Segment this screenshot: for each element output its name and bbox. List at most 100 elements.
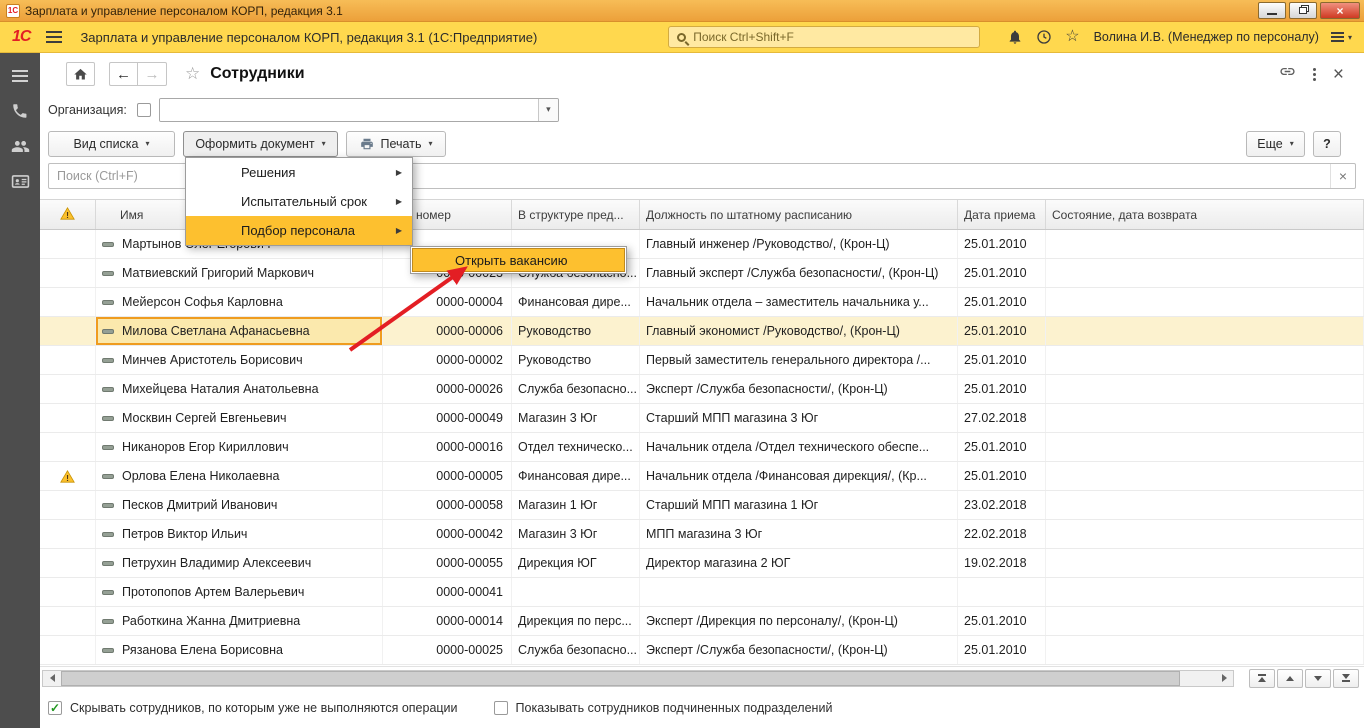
show-subordinate-checkbox[interactable] <box>493 701 508 715</box>
cell-state[interactable] <box>1046 230 1364 258</box>
go-to-top-button[interactable] <box>1249 668 1275 688</box>
cell-name[interactable]: Протопопов Артем Валерьевич <box>96 578 383 606</box>
cell-name[interactable]: Мейерсон Софья Карловна <box>96 288 383 316</box>
open-vacancy-menu-item[interactable]: Открыть вакансию <box>412 248 625 272</box>
cell-name[interactable]: Михейцева Наталия Анатольевна <box>96 375 383 403</box>
row-status-cell[interactable] <box>40 317 96 345</box>
cell-number[interactable]: 0000-00058 <box>383 491 512 519</box>
cell-name[interactable]: Никаноров Егор Кириллович <box>96 433 383 461</box>
minimize-button[interactable] <box>1258 2 1286 19</box>
view-list-button[interactable]: Вид списка ▾ <box>48 130 175 157</box>
cell-number[interactable]: 0000-00014 <box>383 607 512 635</box>
table-row[interactable]: Никаноров Егор Кириллович 0000-00016 Отдел… <box>40 433 1364 462</box>
row-status-cell[interactable] <box>40 549 96 577</box>
cell-position[interactable]: Главный эксперт /Служба безопасности/, (… <box>640 259 958 287</box>
cell-hire-date[interactable]: 22.02.2018 <box>958 520 1046 548</box>
row-status-cell[interactable] <box>40 607 96 635</box>
table-row[interactable]: Милова Светлана Афанасьевна 0000-00006 Рук… <box>40 317 1364 346</box>
cell-position[interactable]: Старший МПП магазина 1 Юг <box>640 491 958 519</box>
table-row[interactable]: Работкина Жанна Дмитриевна 0000-00014 Дире… <box>40 607 1364 636</box>
home-button[interactable] <box>66 62 95 86</box>
cell-position[interactable]: Директор магазина 2 ЮГ <box>640 549 958 577</box>
row-status-cell[interactable] <box>40 578 96 606</box>
cell-name[interactable]: Песков Дмитрий Иванович <box>96 491 383 519</box>
cell-hire-date[interactable]: 25.01.2010 <box>958 317 1046 345</box>
cell-hire-date[interactable]: 25.01.2010 <box>958 636 1046 664</box>
cell-unit[interactable]: Магазин 3 Юг <box>512 404 640 432</box>
cell-state[interactable] <box>1046 259 1364 287</box>
cell-state[interactable] <box>1046 520 1364 548</box>
cell-number[interactable]: 0000-00025 <box>383 636 512 664</box>
cell-state[interactable] <box>1046 549 1364 577</box>
employees-icon[interactable] <box>10 136 30 156</box>
cell-position[interactable]: Главный экономист /Руководство/, (Крон-Ц… <box>640 317 958 345</box>
cell-state[interactable] <box>1046 375 1364 403</box>
cell-unit[interactable]: Служба безопасно... <box>512 375 640 403</box>
cell-name[interactable]: Петрухин Владимир Алексеевич <box>96 549 383 577</box>
main-menu-icon[interactable] <box>46 31 63 43</box>
horizontal-scrollbar[interactable] <box>42 669 1234 687</box>
cell-position[interactable]: Эксперт /Служба безопасности/, (Крон-Ц) <box>640 636 958 664</box>
cell-number[interactable]: 0000-00041 <box>383 578 512 606</box>
cell-number[interactable]: 0000-00002 <box>383 346 512 374</box>
combo-dropdown-icon[interactable]: ▾ <box>537 98 558 121</box>
cell-hire-date[interactable]: 25.01.2010 <box>958 462 1046 490</box>
history-clock-icon[interactable] <box>1036 29 1052 45</box>
cell-unit[interactable]: Дирекция по перс... <box>512 607 640 635</box>
cell-number[interactable]: 0000-00042 <box>383 520 512 548</box>
back-button[interactable]: ← <box>109 62 138 86</box>
column-header-unit[interactable]: В структуре пред... <box>512 200 640 229</box>
cell-position[interactable]: Начальник отдела – заместитель начальник… <box>640 288 958 316</box>
kebab-menu-icon[interactable] <box>1312 67 1316 81</box>
cell-hire-date[interactable]: 27.02.2018 <box>958 404 1046 432</box>
cell-state[interactable] <box>1046 578 1364 606</box>
row-status-cell[interactable] <box>40 288 96 316</box>
close-window-button[interactable]: × <box>1320 2 1360 19</box>
cell-number[interactable]: 0000-00026 <box>383 375 512 403</box>
cell-state[interactable] <box>1046 433 1364 461</box>
contact-card-icon[interactable] <box>10 171 30 191</box>
cell-state[interactable] <box>1046 346 1364 374</box>
cell-position[interactable]: МПП магазина 3 Юг <box>640 520 958 548</box>
cell-number[interactable]: 0000-00049 <box>383 404 512 432</box>
help-button[interactable]: ? <box>1313 130 1341 157</box>
cell-number[interactable]: 0000-00016 <box>383 433 512 461</box>
table-row[interactable]: Петрухин Владимир Алексеевич 0000-00055 Ди… <box>40 549 1364 578</box>
restore-button[interactable] <box>1289 2 1317 19</box>
cell-unit[interactable]: Дирекция ЮГ <box>512 549 640 577</box>
service-menu-icon[interactable]: ▾ <box>1330 32 1352 42</box>
cell-unit[interactable] <box>512 578 640 606</box>
column-header-hired[interactable]: Дата приема <box>958 200 1046 229</box>
cell-unit[interactable]: Магазин 3 Юг <box>512 520 640 548</box>
column-header-position[interactable]: Должность по штатному расписанию <box>640 200 958 229</box>
scroll-right-icon[interactable] <box>1215 671 1233 686</box>
cell-hire-date[interactable]: 25.01.2010 <box>958 433 1046 461</box>
menu-item-1[interactable]: Решения ▶ <box>186 158 412 187</box>
cell-position[interactable]: Эксперт /Служба безопасности/, (Крон-Ц) <box>640 375 958 403</box>
column-header-state[interactable]: Состояние, дата возврата <box>1046 200 1364 229</box>
table-row[interactable]: Песков Дмитрий Иванович 0000-00058 Магазин… <box>40 491 1364 520</box>
cell-name[interactable]: Москвин Сергей Евгеньевич <box>96 404 383 432</box>
create-document-button[interactable]: Оформить документ ▾ <box>183 130 338 157</box>
clear-search-icon[interactable]: × <box>1330 164 1355 188</box>
sidebar-menu-icon[interactable] <box>10 66 30 86</box>
cell-state[interactable] <box>1046 491 1364 519</box>
row-status-cell[interactable]: ! <box>40 462 96 490</box>
row-status-cell[interactable] <box>40 520 96 548</box>
scroll-left-icon[interactable] <box>43 671 61 686</box>
cell-name[interactable]: Петров Виктор Ильич <box>96 520 383 548</box>
more-button[interactable]: Еще ▾ <box>1246 130 1305 157</box>
row-status-cell[interactable] <box>40 259 96 287</box>
cell-state[interactable] <box>1046 317 1364 345</box>
cell-unit[interactable]: Финансовая дире... <box>512 288 640 316</box>
cell-number[interactable]: 0000-00005 <box>383 462 512 490</box>
table-row[interactable]: ! Орлова Елена Николаевна 0000-00005 Финанс… <box>40 462 1364 491</box>
cell-position[interactable] <box>640 578 958 606</box>
table-row[interactable]: Петров Виктор Ильич 0000-00042 Магазин 3 Ю… <box>40 520 1364 549</box>
warning-column-header[interactable]: ! <box>40 200 96 229</box>
table-row[interactable]: Рязанова Елена Борисовна 0000-00025 Служба… <box>40 636 1364 665</box>
notifications-bell-icon[interactable] <box>1007 29 1023 45</box>
cell-unit[interactable]: Служба безопасно... <box>512 636 640 664</box>
cell-number[interactable]: 0000-00055 <box>383 549 512 577</box>
row-status-cell[interactable] <box>40 491 96 519</box>
